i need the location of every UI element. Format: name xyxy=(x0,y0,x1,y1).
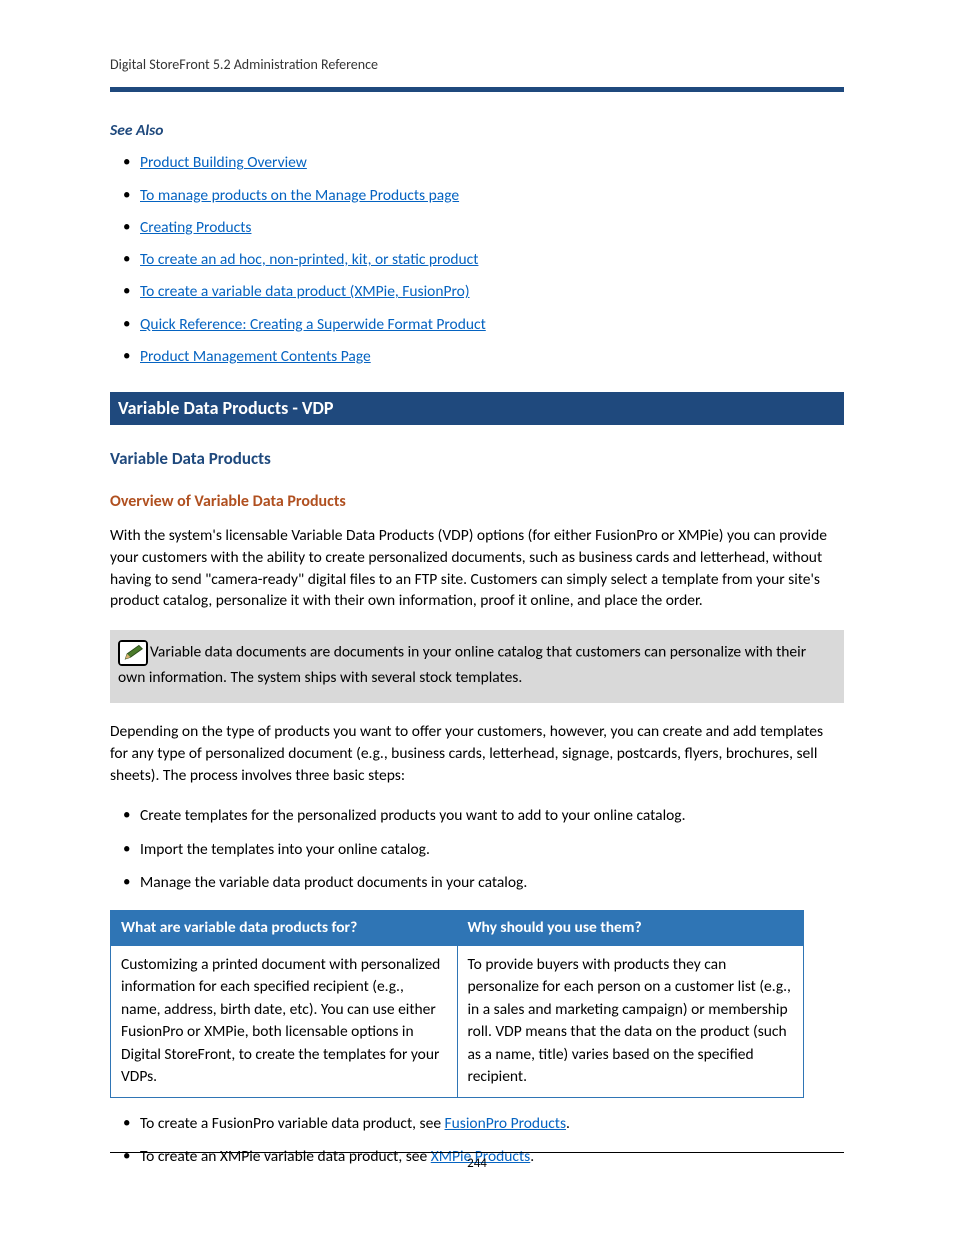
list-item: Import the templates into your online ca… xyxy=(110,838,844,861)
link-product-building-overview[interactable]: Product Building Overview xyxy=(140,153,307,172)
see-also-heading: See Also xyxy=(110,120,844,142)
list-item: To create a variable data product (XMPie… xyxy=(110,280,844,303)
link-fusionpro-products[interactable]: FusionPro Products xyxy=(445,1114,566,1133)
steps-list: Create templates for the personalized pr… xyxy=(110,804,844,894)
table-header-row: What are variable data products for? Why… xyxy=(111,911,804,946)
footer-rule xyxy=(110,1152,844,1153)
overview-paragraph: With the system's licensable Variable Da… xyxy=(110,525,844,612)
heading-overview: Overview of Variable Data Products xyxy=(110,491,844,513)
table-cell-what: Customizing a printed document with pers… xyxy=(111,945,458,1097)
text-suffix: . xyxy=(566,1114,570,1133)
link-product-management-contents[interactable]: Product Management Contents Page xyxy=(140,347,371,366)
note-callout: Variable data documents are documents in… xyxy=(110,630,844,703)
link-adhoc-product[interactable]: To create an ad hoc, non-printed, kit, o… xyxy=(140,250,478,269)
pencil-icon xyxy=(118,640,148,666)
list-item: Creating Products xyxy=(110,216,844,239)
see-also-list: Product Building Overview To manage prod… xyxy=(110,151,844,368)
list-item: Create templates for the personalized pr… xyxy=(110,804,844,827)
list-item: Product Management Contents Page xyxy=(110,345,844,368)
list-item: Product Building Overview xyxy=(110,151,844,174)
list-item: To manage products on the Manage Product… xyxy=(110,184,844,207)
link-superwide-format[interactable]: Quick Reference: Creating a Superwide Fo… xyxy=(140,315,486,334)
table-cell-why: To provide buyers with products they can… xyxy=(457,945,804,1097)
text-prefix: To create a FusionPro variable data prod… xyxy=(140,1114,445,1133)
note-text: Variable data documents are documents in… xyxy=(118,643,806,687)
section-banner: Variable Data Products - VDP xyxy=(110,392,844,425)
link-manage-products[interactable]: To manage products on the Manage Product… xyxy=(140,186,459,205)
table-header-what: What are variable data products for? xyxy=(111,911,458,946)
vdp-table: What are variable data products for? Why… xyxy=(110,910,804,1098)
table-row: Customizing a printed document with pers… xyxy=(111,945,804,1097)
list-item: To create a FusionPro variable data prod… xyxy=(110,1112,844,1135)
link-creating-products[interactable]: Creating Products xyxy=(140,218,251,237)
document-page: Digital StoreFront 5.2 Administration Re… xyxy=(0,0,954,1235)
list-item: Quick Reference: Creating a Superwide Fo… xyxy=(110,313,844,336)
page-number: 244 xyxy=(0,1155,954,1173)
depending-paragraph: Depending on the type of products you wa… xyxy=(110,721,844,786)
list-item: Manage the variable data product documen… xyxy=(110,871,844,894)
heading-vdp: Variable Data Products xyxy=(110,447,844,471)
list-item: To create an ad hoc, non-printed, kit, o… xyxy=(110,248,844,271)
running-header: Digital StoreFront 5.2 Administration Re… xyxy=(110,55,844,75)
link-variable-data-product[interactable]: To create a variable data product (XMPie… xyxy=(140,282,470,301)
header-rule xyxy=(110,87,844,92)
table-header-why: Why should you use them? xyxy=(457,911,804,946)
